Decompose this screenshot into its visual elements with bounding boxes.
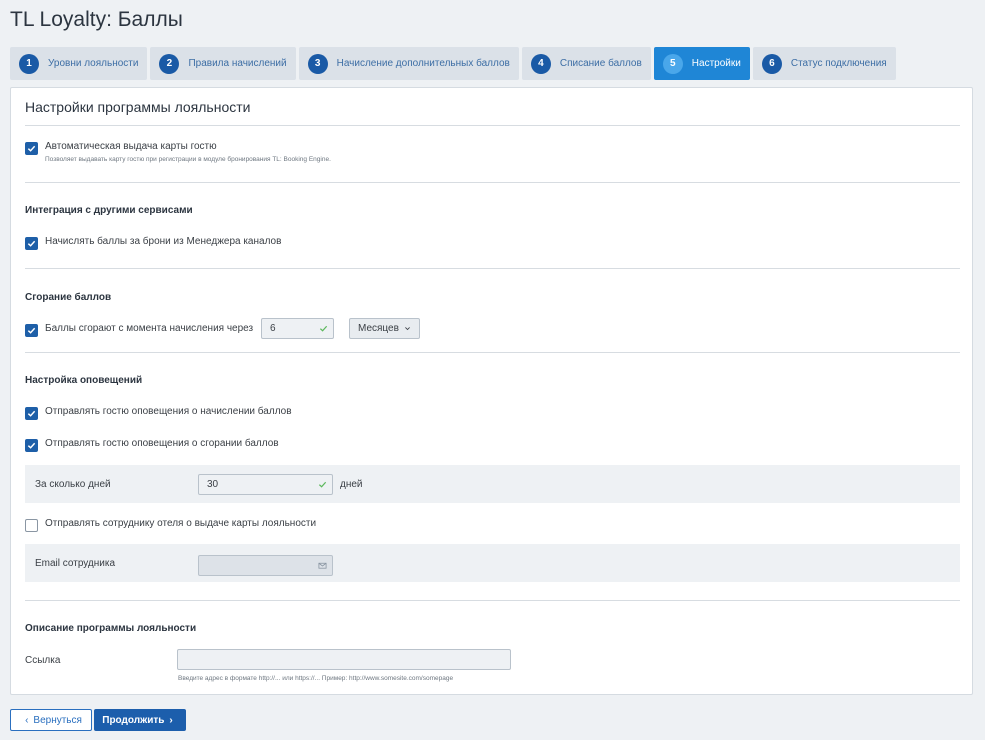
settings-panel: Настройки программы лояльности Автоматич…	[10, 87, 973, 695]
expiry-unit-select[interactable]: Месяцев	[349, 318, 420, 339]
auto-card-checkbox[interactable]	[25, 142, 38, 155]
channel-manager-option: Начислять баллы за брони из Менеджера ка…	[25, 236, 281, 250]
step-number: 2	[159, 53, 180, 74]
auto-card-option: Автоматическая выдача карты гостю Позвол…	[25, 141, 331, 163]
expiry-checkbox[interactable]	[25, 324, 38, 337]
auto-card-description: Позволяет выдавать карту гостю при регис…	[45, 156, 331, 163]
chevron-left-icon: ‹	[25, 714, 29, 726]
divider	[25, 182, 960, 183]
days-before-input[interactable]: 30	[198, 474, 333, 495]
notify-accrual-label: Отправлять гостю оповещения о начислении…	[45, 406, 292, 417]
valid-check-icon	[318, 481, 327, 488]
channel-manager-checkbox[interactable]	[25, 237, 38, 250]
days-before-row: За сколько дней 30 дней	[25, 465, 960, 503]
link-input[interactable]	[177, 649, 511, 670]
step-label: Уровни лояльности	[48, 58, 139, 69]
tab-write-off[interactable]: 4 Списание баллов	[521, 47, 651, 80]
chevron-right-icon: ›	[169, 714, 173, 726]
checkmark-icon	[27, 410, 36, 417]
staff-email-row: Email сотрудника	[25, 544, 960, 582]
expiry-period-value: 6	[270, 323, 276, 334]
expiry-label: Баллы сгорают с момента начисления через	[45, 323, 254, 334]
panel-title: Настройки программы лояльности	[25, 99, 251, 115]
page-title: TL Loyalty: Баллы	[10, 8, 183, 31]
checkmark-icon	[27, 145, 36, 152]
tab-accrual-rules[interactable]: 2 Правила начислений	[150, 47, 296, 80]
notify-staff-label: Отправлять сотруднику отеля о выдаче кар…	[45, 518, 317, 529]
staff-email-input[interactable]	[198, 555, 333, 576]
continue-label: Продолжить	[102, 714, 165, 726]
step-number: 1	[19, 53, 39, 74]
notify-staff-checkbox[interactable]	[25, 519, 38, 532]
expiry-title: Сгорание баллов	[25, 292, 112, 303]
notify-accrual-checkbox[interactable]	[25, 407, 38, 420]
notify-accrual-option: Отправлять гостю оповещения о начислении…	[25, 406, 292, 420]
divider	[25, 268, 960, 269]
link-hint: Введите адрес в формате http://... или h…	[178, 675, 454, 682]
link-label: Ссылка	[25, 655, 61, 666]
tab-loyalty-levels[interactable]: 1 Уровни лояльности	[10, 47, 148, 80]
days-unit: дней	[340, 479, 363, 490]
staff-email-label: Email сотрудника	[35, 558, 116, 569]
days-before-label: За сколько дней	[35, 479, 111, 490]
checkmark-icon	[27, 240, 36, 247]
wizard-steps: 1 Уровни лояльности 2 Правила начислений…	[10, 47, 896, 80]
chevron-down-icon	[405, 327, 410, 331]
auto-card-label: Автоматическая выдача карты гостю	[45, 141, 217, 152]
email-icon	[318, 562, 327, 569]
tab-extra-points[interactable]: 3 Начисление дополнительных баллов	[298, 47, 519, 80]
tab-connection-status[interactable]: 6 Статус подключения	[752, 47, 896, 80]
back-label: Вернуться	[33, 714, 82, 726]
step-label: Списание баллов	[559, 58, 642, 69]
channel-manager-label: Начислять баллы за брони из Менеджера ка…	[45, 236, 282, 247]
checkmark-icon	[27, 327, 36, 334]
divider	[25, 600, 960, 601]
tab-settings[interactable]: 5 Настройки	[653, 47, 750, 80]
step-label: Настройки	[691, 58, 741, 69]
notify-expiry-checkbox[interactable]	[25, 439, 38, 452]
days-before-value: 30	[207, 479, 219, 490]
valid-check-icon	[319, 325, 328, 332]
notify-expiry-option: Отправлять гостю оповещения о сгорании б…	[25, 438, 279, 452]
integration-title: Интеграция с другими сервисами	[25, 205, 193, 216]
step-number: 3	[307, 53, 328, 74]
notify-staff-option: Отправлять сотруднику отеля о выдаче кар…	[25, 518, 316, 532]
step-label: Статус подключения	[790, 58, 887, 69]
expiry-unit-value: Месяцев	[358, 323, 399, 334]
continue-button[interactable]: Продолжить ›	[94, 709, 186, 731]
expiry-period-input[interactable]: 6	[261, 318, 334, 339]
step-label: Правила начислений	[188, 58, 287, 69]
notifications-title: Настройка оповещений	[25, 375, 143, 386]
divider	[25, 125, 960, 126]
step-number: 4	[530, 53, 551, 74]
notify-expiry-label: Отправлять гостю оповещения о сгорании б…	[45, 438, 279, 449]
step-label: Начисление дополнительных баллов	[336, 58, 510, 69]
description-title: Описание программы лояльности	[25, 623, 197, 634]
checkmark-icon	[27, 442, 36, 449]
step-number: 6	[761, 53, 782, 74]
step-number: 5	[662, 53, 683, 74]
expiry-option: Баллы сгорают с момента начисления через	[25, 323, 253, 337]
back-button[interactable]: ‹ Вернуться	[10, 709, 92, 731]
divider	[25, 352, 960, 353]
